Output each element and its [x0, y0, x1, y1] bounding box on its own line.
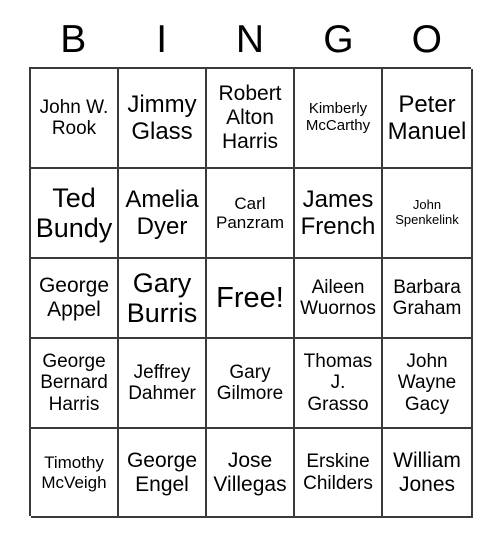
- bingo-cell[interactable]: John Wayne Gacy: [383, 339, 473, 429]
- bingo-cell-label: Gary Gilmore: [216, 361, 284, 404]
- bingo-cell[interactable]: Jose Villegas: [207, 429, 295, 518]
- bingo-cell[interactable]: John Spenkelink: [383, 169, 473, 259]
- bingo-cell-label: George Bernard Harris: [40, 350, 108, 415]
- bingo-header-letter-n: N: [235, 17, 265, 61]
- bingo-cell-label: John W. Rook: [39, 96, 109, 139]
- bingo-cell-label: Aileen Wuornos: [300, 276, 376, 319]
- bingo-cell[interactable]: Barbara Graham: [383, 259, 473, 339]
- bingo-cell-label: Robert Alton Harris: [218, 82, 282, 153]
- bingo-cell[interactable]: George Engel: [119, 429, 207, 518]
- bingo-cell[interactable]: Timothy McVeigh: [31, 429, 119, 518]
- bingo-free-space[interactable]: Free!: [207, 259, 295, 339]
- bingo-cell-label: Ted Bundy: [35, 182, 113, 244]
- bingo-cell[interactable]: Amelia Dyer: [119, 169, 207, 259]
- bingo-cell-label: Thomas J. Grasso: [303, 350, 373, 415]
- bingo-header-letter-g: G: [323, 17, 354, 61]
- bingo-cell-label: Peter Manuel: [387, 90, 467, 145]
- bingo-cell[interactable]: Ted Bundy: [31, 169, 119, 259]
- bingo-cell[interactable]: Jeffrey Dahmer: [119, 339, 207, 429]
- bingo-cell[interactable]: John W. Rook: [31, 69, 119, 169]
- bingo-cell-label: Kimberly McCarthy: [305, 100, 371, 134]
- bingo-cell[interactable]: Gary Burris: [119, 259, 207, 339]
- bingo-cell[interactable]: Robert Alton Harris: [207, 69, 295, 169]
- bingo-cell-label: Timothy McVeigh: [41, 453, 107, 492]
- bingo-cell[interactable]: George Bernard Harris: [31, 339, 119, 429]
- bingo-cell-label: Erskine Childers: [303, 451, 373, 494]
- bingo-cell[interactable]: Peter Manuel: [383, 69, 473, 169]
- bingo-cell-label: Jeffrey Dahmer: [128, 361, 196, 404]
- bingo-cell-label: James French: [300, 185, 376, 240]
- bingo-cell[interactable]: William Jones: [383, 429, 473, 518]
- bingo-cell-label: William Jones: [393, 448, 461, 496]
- bingo-cell-label: Carl Panzram: [215, 193, 285, 232]
- bingo-cell[interactable]: Aileen Wuornos: [295, 259, 383, 339]
- bingo-cell[interactable]: Jimmy Glass: [119, 69, 207, 169]
- bingo-cell[interactable]: James French: [295, 169, 383, 259]
- bingo-cell-label: Amelia Dyer: [125, 185, 199, 240]
- bingo-header-row: B I N G O: [29, 14, 471, 64]
- bingo-cell-label: George Engel: [126, 448, 198, 496]
- bingo-cell-label: Jimmy Glass: [127, 90, 197, 145]
- bingo-cell[interactable]: Kimberly McCarthy: [295, 69, 383, 169]
- bingo-card: B I N G O John W. Rook Jimmy Glass Rober…: [0, 0, 500, 544]
- bingo-free-space-label: Free!: [216, 281, 284, 314]
- bingo-cell[interactable]: George Appel: [31, 259, 119, 339]
- bingo-cell-label: Barbara Graham: [392, 276, 462, 319]
- bingo-cell[interactable]: Thomas J. Grasso: [295, 339, 383, 429]
- bingo-header-letter-b: B: [60, 17, 87, 61]
- bingo-cell[interactable]: Gary Gilmore: [207, 339, 295, 429]
- bingo-cell-label: John Wayne Gacy: [397, 350, 457, 415]
- bingo-cell-label: John Spenkelink: [395, 197, 459, 227]
- bingo-cell-label: George Appel: [38, 274, 110, 321]
- bingo-cell[interactable]: Erskine Childers: [295, 429, 383, 518]
- bingo-header-letter-o: O: [411, 17, 442, 61]
- bingo-cell[interactable]: Carl Panzram: [207, 169, 295, 259]
- bingo-cell-label: Gary Burris: [126, 267, 198, 329]
- bingo-header-letter-i: I: [156, 17, 168, 61]
- bingo-grid: John W. Rook Jimmy Glass Robert Alton Ha…: [29, 67, 473, 518]
- bingo-cell-label: Jose Villegas: [213, 448, 287, 496]
